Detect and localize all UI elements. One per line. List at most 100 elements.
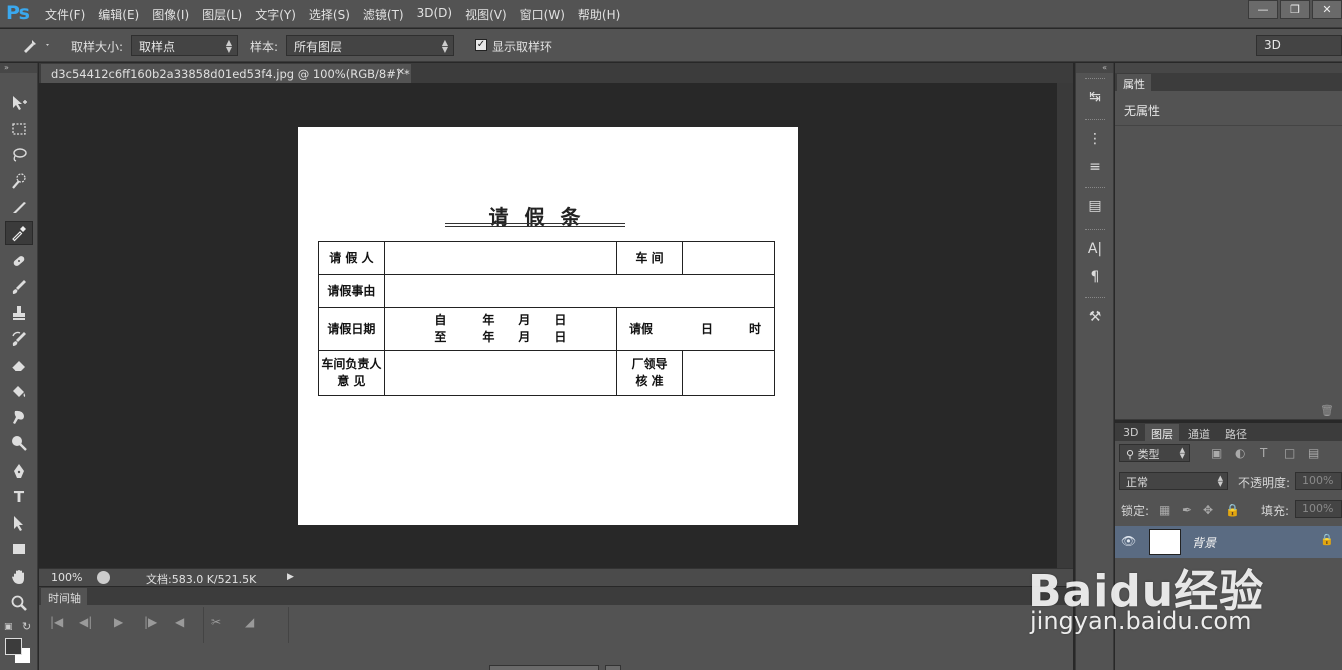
- sample-select[interactable]: 所有图层 ▲ ▼: [286, 35, 454, 56]
- menu-type[interactable]: 文字(Y): [255, 6, 296, 23]
- document-tab[interactable]: d3c54412c6ff160b2a33858d01ed53f4.jpg @ 1…: [41, 64, 411, 83]
- restore-button[interactable]: ❐: [1280, 0, 1310, 19]
- filter-adjustment-icon[interactable]: ◐: [1235, 446, 1245, 460]
- tab-channels[interactable]: 通道: [1182, 424, 1216, 441]
- tab-paths[interactable]: 路径: [1219, 424, 1253, 441]
- lock-position-icon[interactable]: ✥: [1203, 503, 1213, 517]
- menu-window[interactable]: 窗口(W): [520, 6, 565, 23]
- timeline-dropdown-button[interactable]: [605, 665, 621, 670]
- eyedropper-tool[interactable]: [5, 221, 33, 245]
- minimize-button[interactable]: —: [1248, 0, 1278, 19]
- menu-help[interactable]: 帮助(H): [578, 6, 620, 23]
- sample-size-select[interactable]: 取样点 ▲ ▼: [131, 35, 238, 56]
- default-colors-icon[interactable]: ▣: [4, 622, 13, 632]
- panel-collapse-bar[interactable]: [1115, 63, 1342, 73]
- brush-tool[interactable]: [5, 275, 33, 299]
- properties-panel: 无属性 🗑: [1115, 92, 1342, 420]
- menu-select[interactable]: 选择(S): [309, 6, 350, 23]
- table-cell: 请假事由: [318, 274, 385, 308]
- tab-layers[interactable]: 图层: [1145, 424, 1179, 441]
- play-icon[interactable]: ▶: [114, 615, 123, 629]
- tab-timeline[interactable]: 时间轴: [41, 588, 87, 605]
- fill-input[interactable]: 100%: [1295, 500, 1342, 518]
- paint-bucket-tool[interactable]: [5, 379, 33, 403]
- clone-stamp-tool[interactable]: [5, 301, 33, 325]
- opacity-value: 100%: [1302, 474, 1334, 487]
- menu-layer[interactable]: 图层(L): [202, 6, 242, 23]
- lock-all-icon[interactable]: 🔒: [1225, 503, 1240, 517]
- lock-image-icon[interactable]: ✒: [1182, 503, 1192, 517]
- history-panel-icon[interactable]: ↹: [1085, 87, 1105, 107]
- magnifier-icon: [11, 595, 27, 611]
- tool-presets-icon[interactable]: ⚒: [1085, 307, 1105, 327]
- zoom-level[interactable]: 100%: [51, 571, 82, 584]
- menu-edit[interactable]: 编辑(E): [98, 6, 139, 23]
- status-bar: 100% 文档:583.0 K/521.5K ▶: [39, 568, 1073, 586]
- menu-file[interactable]: 文件(F): [45, 6, 85, 23]
- workspace-select[interactable]: 3D: [1256, 35, 1342, 56]
- vertical-scrollbar[interactable]: [1057, 83, 1073, 568]
- previous-frame-icon[interactable]: ◀|: [79, 615, 92, 629]
- filter-type-icon[interactable]: T: [1260, 446, 1267, 460]
- show-ring-checkbox[interactable]: ✓: [475, 39, 487, 51]
- quick-select-tool[interactable]: [5, 169, 33, 193]
- split-scissors-icon[interactable]: ✂: [211, 615, 221, 629]
- properties-panel-header: 属性: [1115, 63, 1342, 92]
- pen-nib-icon: [14, 464, 24, 478]
- swap-colors-icon[interactable]: ↻: [22, 620, 31, 633]
- menu-3d[interactable]: 3D(D): [417, 6, 452, 23]
- dodge-tool[interactable]: [5, 431, 33, 455]
- table-cell: 请假日期: [318, 307, 385, 351]
- healing-brush-tool[interactable]: [5, 249, 33, 273]
- type-tool[interactable]: T: [5, 485, 33, 509]
- layer-filter-select[interactable]: ⚲ 类型 ▲ ▼: [1119, 444, 1190, 462]
- lasso-tool[interactable]: [5, 143, 33, 167]
- expand-panels-icon[interactable]: «: [1076, 63, 1113, 73]
- zoom-tool[interactable]: [5, 591, 33, 615]
- collapse-arrows-icon[interactable]: »: [0, 63, 37, 73]
- create-timeline-button[interactable]: [489, 665, 599, 670]
- audio-icon[interactable]: ◀: [175, 615, 184, 629]
- lock-transparent-icon[interactable]: ▦: [1159, 503, 1170, 517]
- marquee-tool[interactable]: [5, 117, 33, 141]
- tab-3d[interactable]: 3D: [1117, 424, 1144, 441]
- menu-filter[interactable]: 滤镜(T): [363, 6, 404, 23]
- path-select-tool[interactable]: [5, 511, 33, 535]
- paragraph-panel-icon[interactable]: ¶: [1085, 267, 1105, 287]
- history-brush-tool[interactable]: [5, 327, 33, 351]
- options-bar: 取样大小: 取样点 ▲ ▼ 样本: 所有图层 ▲ ▼ ✓ 显示取样环 3D: [0, 29, 1342, 62]
- smudge-tool[interactable]: [5, 405, 33, 429]
- filter-smart-object-icon[interactable]: ▤: [1308, 446, 1319, 460]
- eraser-tool[interactable]: [5, 353, 33, 377]
- crop-tool[interactable]: [5, 195, 33, 219]
- cell-line: 核 准: [635, 374, 664, 388]
- filter-pixel-icon[interactable]: ▣: [1211, 446, 1222, 460]
- trash-icon[interactable]: 🗑: [1320, 404, 1334, 417]
- transition-icon[interactable]: ◢: [245, 615, 254, 629]
- go-to-first-frame-icon[interactable]: |◀: [50, 615, 63, 629]
- menu-image[interactable]: 图像(I): [152, 6, 189, 23]
- brush-presets-icon[interactable]: ⋮: [1085, 129, 1105, 149]
- status-menu-arrow-icon[interactable]: ▶: [287, 572, 294, 582]
- close-tab-icon[interactable]: ✕: [397, 67, 405, 78]
- blend-mode-select[interactable]: 正常 ▲ ▼: [1119, 472, 1228, 490]
- character-panel-icon[interactable]: A|: [1085, 239, 1105, 259]
- tab-properties[interactable]: 属性: [1117, 74, 1151, 91]
- table-cell: 车间负责人 意 见: [318, 350, 385, 396]
- menu-view[interactable]: 视图(V): [465, 6, 507, 23]
- filter-shape-icon[interactable]: □: [1284, 446, 1295, 460]
- foreground-color-swatch[interactable]: [5, 638, 22, 655]
- next-frame-icon[interactable]: |▶: [144, 615, 157, 629]
- pen-tool[interactable]: [5, 459, 33, 483]
- opacity-input[interactable]: 100%: [1295, 472, 1342, 490]
- brush-settings-icon[interactable]: ≡: [1085, 157, 1105, 177]
- clone-source-icon[interactable]: ▤: [1085, 196, 1105, 216]
- move-tool[interactable]: [5, 91, 33, 115]
- layer-row[interactable]: 👁 背景 🔒: [1115, 526, 1342, 558]
- eyedropper-preset-icon[interactable]: [22, 37, 50, 56]
- shape-tool[interactable]: [5, 537, 33, 561]
- hand-tool[interactable]: [5, 565, 33, 589]
- document-info-icon[interactable]: [97, 571, 110, 584]
- close-window-button[interactable]: ✕: [1312, 0, 1342, 19]
- visibility-eye-icon[interactable]: 👁: [1121, 534, 1136, 548]
